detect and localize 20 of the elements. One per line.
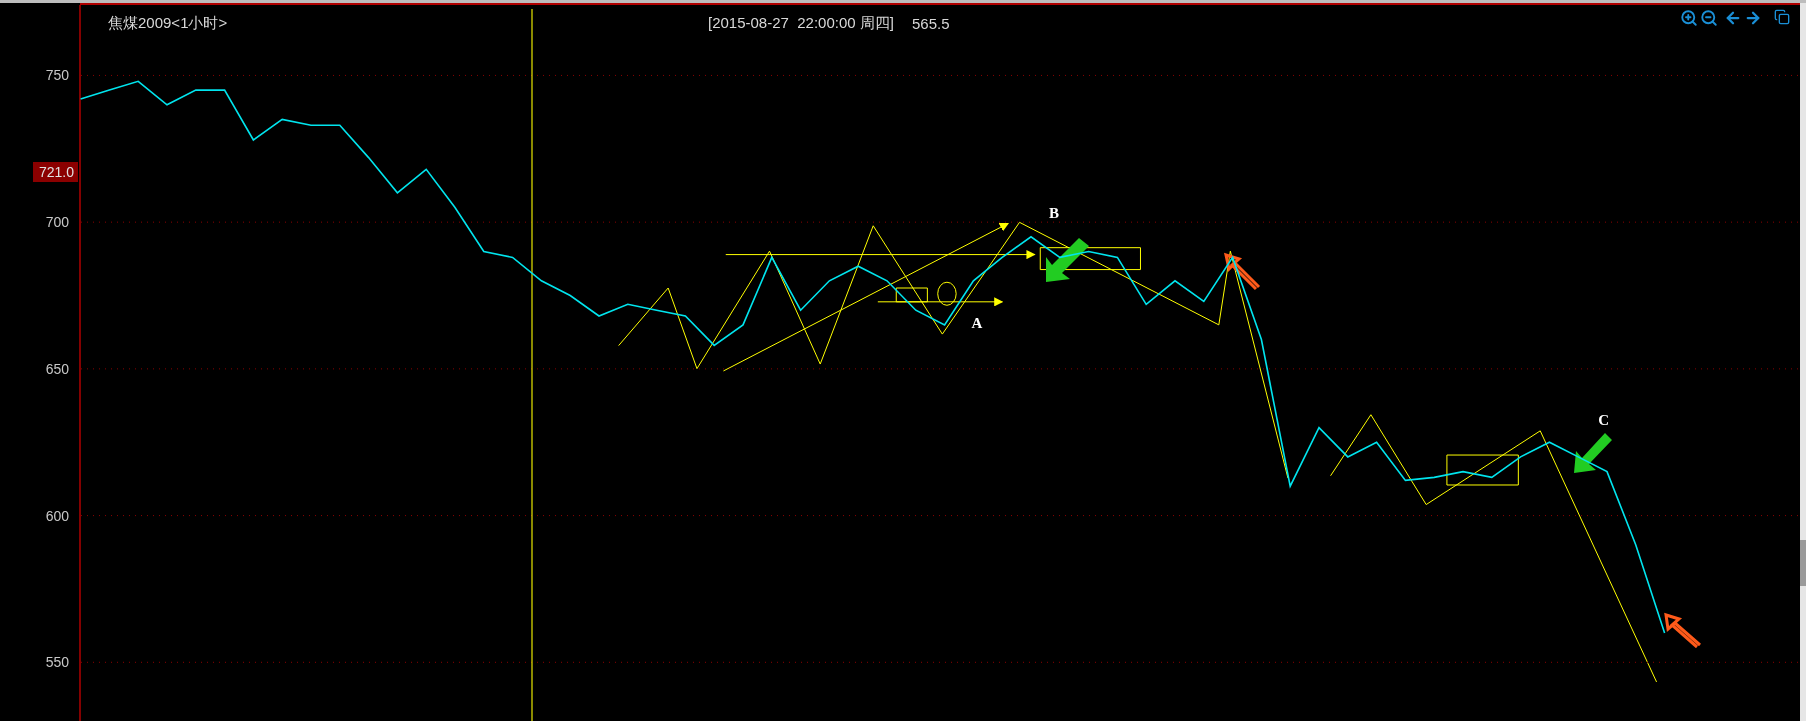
axis-label: 600 — [45, 507, 69, 524]
axis-label: 650 — [45, 360, 69, 377]
cursor-price: 565.5 — [911, 14, 950, 32]
axis-label: 750 — [45, 67, 69, 84]
axis-label: 550 — [45, 654, 69, 671]
down-left-arrow-icon — [1046, 238, 1089, 282]
price-tag: 721.0 — [33, 162, 78, 182]
scrollbar[interactable] — [1800, 3, 1806, 721]
scrollbar-thumb[interactable] — [1800, 540, 1806, 586]
wave-label: A — [971, 314, 983, 331]
wave-label: C — [1598, 412, 1609, 429]
chart-title: 焦煤2009<1小时> — [108, 13, 229, 33]
zoom-out-icon[interactable] — [1700, 9, 1718, 27]
zoom-in-icon[interactable] — [1680, 9, 1698, 27]
axis-label: 700 — [45, 214, 69, 231]
right-arrow-icon[interactable] — [1744, 9, 1762, 27]
restore-window-icon[interactable] — [1774, 9, 1792, 27]
down-left-arrow-icon — [1574, 433, 1612, 473]
cursor-datetime: [2015-08-27 22:00:00 周四] — [708, 13, 894, 33]
wave-label: B — [1049, 205, 1060, 222]
